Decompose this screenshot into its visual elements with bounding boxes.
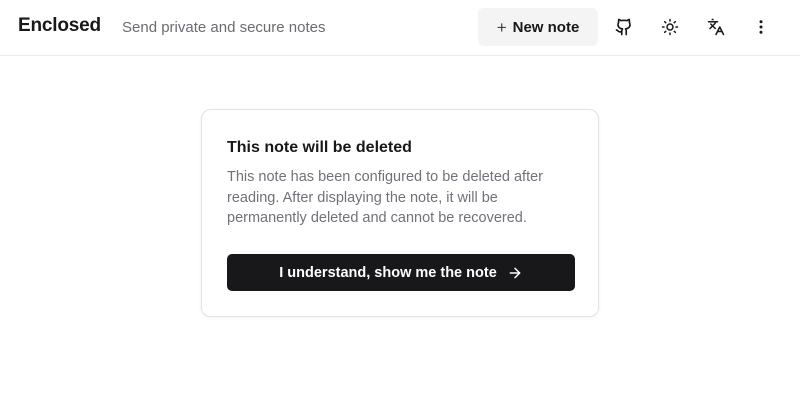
github-button[interactable] <box>606 9 642 45</box>
new-note-button[interactable]: + New note <box>478 8 598 46</box>
delete-warning-card: This note will be deleted This note has … <box>201 109 599 317</box>
new-note-label: New note <box>512 18 580 36</box>
top-bar: Enclosed Send private and secure notes +… <box>0 0 800 56</box>
plus-icon: + <box>496 17 507 37</box>
app-title[interactable]: Enclosed <box>18 15 101 37</box>
show-note-label: I understand, show me the note <box>279 264 497 281</box>
card-title: This note will be deleted <box>227 139 412 156</box>
app-tagline: Send private and secure notes <box>122 19 326 36</box>
sun-icon <box>661 18 679 36</box>
more-options-button[interactable] <box>743 9 779 45</box>
arrow-right-icon <box>507 265 523 281</box>
language-button[interactable] <box>698 9 734 45</box>
theme-toggle-button[interactable] <box>652 9 688 45</box>
show-note-button[interactable]: I understand, show me the note <box>227 254 575 291</box>
translate-icon <box>707 18 725 36</box>
more-vertical-icon <box>759 20 763 34</box>
card-description: This note has been configured to be dele… <box>227 169 543 226</box>
github-icon <box>615 18 631 36</box>
